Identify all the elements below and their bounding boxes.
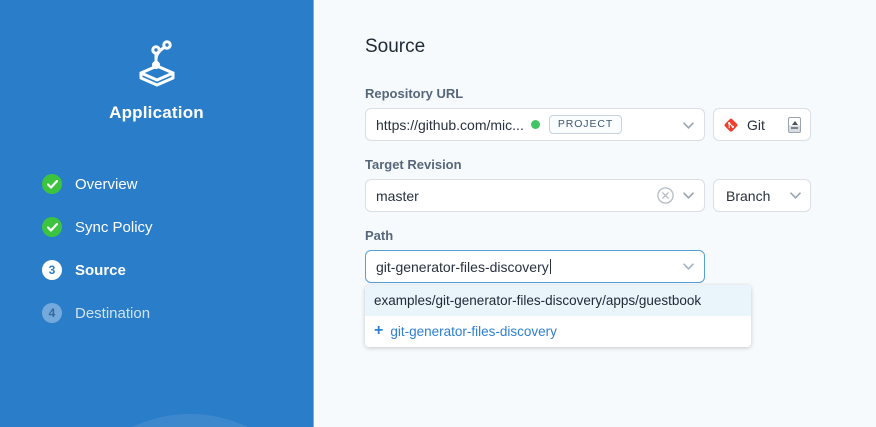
- repository-url-label: Repository URL: [365, 86, 876, 101]
- check-icon: [42, 217, 62, 237]
- step-number-badge: 3: [42, 260, 62, 280]
- plus-icon: +: [374, 323, 383, 339]
- application-deploy-box-icon: [131, 40, 183, 93]
- sidebar-title: Application: [0, 103, 313, 123]
- check-icon: [42, 174, 62, 194]
- project-scope-badge: PROJECT: [549, 115, 622, 134]
- path-value: git-generator-files-discovery: [376, 259, 549, 275]
- step-sync-policy[interactable]: Sync Policy: [42, 217, 153, 237]
- target-revision-label: Target Revision: [365, 157, 876, 172]
- target-revision-row: master Branch: [365, 179, 876, 212]
- select-menu-icon: [788, 117, 801, 133]
- chevron-down-icon[interactable]: [683, 263, 694, 270]
- step-label: Sync Policy: [75, 219, 153, 236]
- path-suggestions-dropdown: examples/git-generator-files-discovery/a…: [365, 285, 751, 347]
- path-create-new-item[interactable]: + git-generator-files-discovery: [365, 316, 751, 347]
- path-create-new-text: git-generator-files-discovery: [390, 324, 557, 339]
- path-label: Path: [365, 228, 876, 243]
- repo-type-value: Git: [747, 117, 765, 133]
- wizard-steps: Overview Sync Policy 3 Source 4 Destinat…: [42, 174, 153, 323]
- repo-connected-status-dot: [531, 120, 540, 129]
- repository-url-value: https://github.com/mic...: [376, 117, 524, 133]
- step-number-badge: 4: [42, 303, 62, 323]
- path-row: git-generator-files-discovery examples/g…: [365, 250, 876, 283]
- git-logo-icon: [723, 117, 739, 133]
- path-suggestion-item[interactable]: examples/git-generator-files-discovery/a…: [365, 285, 751, 316]
- source-step-panel: Source Repository URL https://github.com…: [315, 0, 876, 427]
- chevron-down-icon[interactable]: [683, 192, 694, 199]
- target-revision-value: master: [376, 188, 419, 204]
- revision-type-value: Branch: [726, 188, 770, 204]
- step-label: Source: [75, 262, 126, 279]
- path-suggestion-text: examples/git-generator-files-discovery/a…: [374, 293, 701, 308]
- text-caret: [550, 259, 551, 274]
- revision-type-select[interactable]: Branch: [713, 179, 811, 212]
- chevron-down-icon[interactable]: [683, 116, 694, 134]
- repo-type-select[interactable]: Git: [713, 108, 811, 141]
- wizard-sidebar: Application Overview Sync Policy 3 Sourc…: [0, 0, 314, 427]
- clear-input-icon[interactable]: [657, 187, 674, 204]
- path-input[interactable]: git-generator-files-discovery: [365, 250, 705, 283]
- step-source[interactable]: 3 Source: [42, 260, 153, 280]
- step-label: Overview: [75, 176, 138, 193]
- step-destination[interactable]: 4 Destination: [42, 303, 153, 323]
- decorative-circle: [55, 414, 314, 427]
- repository-url-input[interactable]: https://github.com/mic... PROJECT: [365, 108, 705, 141]
- step-overview[interactable]: Overview: [42, 174, 153, 194]
- chevron-down-icon: [790, 192, 801, 199]
- target-revision-input[interactable]: master: [365, 179, 705, 212]
- repository-url-row: https://github.com/mic... PROJECT Git: [365, 108, 876, 141]
- step-label: Destination: [75, 305, 150, 322]
- page-title: Source: [365, 36, 876, 58]
